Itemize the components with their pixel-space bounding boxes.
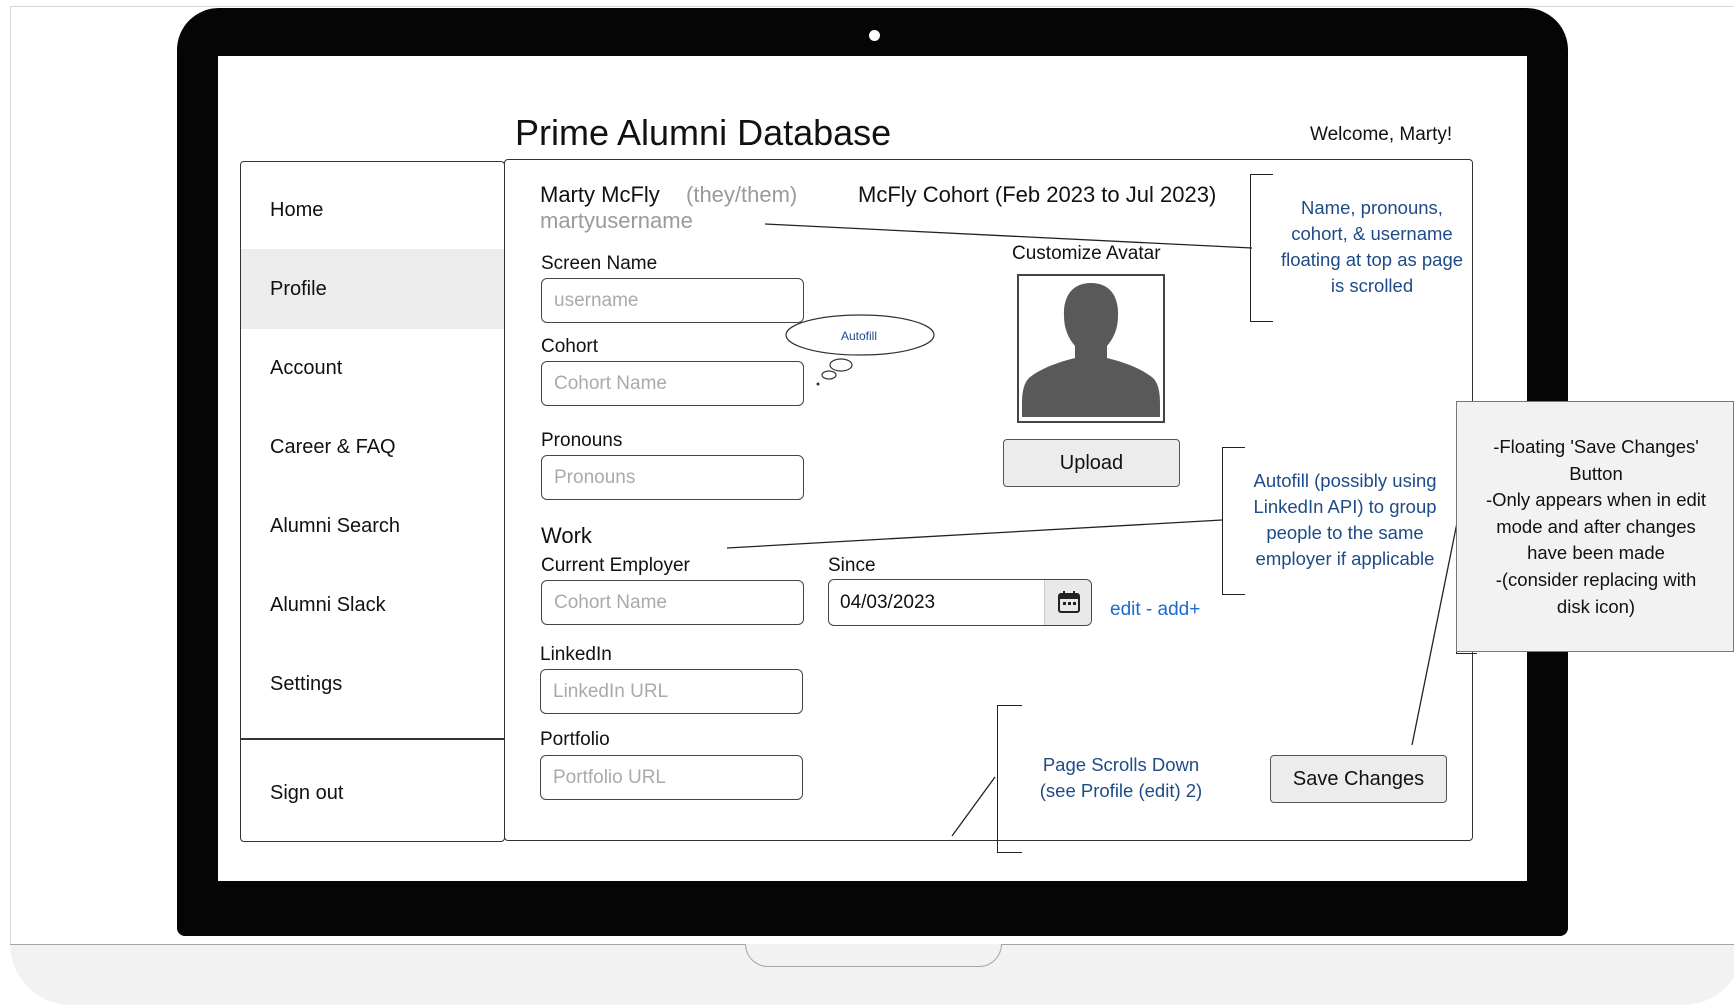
portfolio-input[interactable]	[540, 755, 803, 800]
note-line: Button	[1569, 462, 1623, 484]
profile-name: Marty McFly	[540, 182, 660, 207]
sidebar-item-label: Career & FAQ	[270, 436, 396, 458]
since-date-value: 04/03/2023	[840, 592, 936, 613]
sidebar-item-account[interactable]: Account	[241, 328, 504, 408]
profile-username: martyusername	[540, 208, 693, 233]
welcome-text: Welcome, Marty!	[1310, 124, 1453, 145]
avatar-preview[interactable]	[1017, 274, 1165, 423]
sidebar-divider	[241, 738, 504, 740]
scroll-annotation: Page Scrolls Down (see Profile (edit) 2)	[1015, 752, 1227, 804]
save-button-note: -Floating 'Save Changes' Button -Only ap…	[1456, 401, 1734, 652]
note-line: have been made	[1527, 542, 1665, 564]
note-line: -Only appears when in edit	[1485, 489, 1707, 511]
sidebar-item-label: Settings	[270, 673, 343, 695]
annotation-line: Page Scrolls Down	[1042, 754, 1200, 775]
customize-avatar-label: Customize Avatar	[1012, 243, 1161, 264]
person-silhouette-icon	[1022, 283, 1160, 417]
work-heading: Work	[541, 523, 592, 548]
cohort-input[interactable]	[541, 361, 804, 406]
sidebar-nav: Home Profile Account Career & FAQ Alumni…	[240, 161, 505, 842]
sidebar-item-signout[interactable]: Sign out	[241, 753, 504, 833]
note-line: -(consider replacing with	[1495, 568, 1697, 590]
sidebar-item-label: Alumni Search	[270, 515, 401, 537]
cohort-heading: McFly Cohort (Feb 2023 to Jul 2023)	[858, 182, 1217, 207]
sidebar-item-label: Profile	[270, 278, 327, 300]
sidebar-item-career-faq[interactable]: Career & FAQ	[241, 407, 504, 487]
note-line: disk icon)	[1556, 595, 1636, 617]
frame-top-line	[10, 6, 1734, 7]
laptop-notch	[745, 944, 1002, 967]
sidebar-item-label: Sign out	[270, 782, 344, 804]
calendar-icon	[1058, 591, 1080, 613]
save-changes-button[interactable]: Save Changes	[1270, 755, 1447, 803]
sidebar-item-alumni-search[interactable]: Alumni Search	[241, 486, 504, 566]
upload-button[interactable]: Upload	[1003, 439, 1180, 487]
annotation-line: Name, pronouns,	[1301, 197, 1443, 218]
portfolio-label: Portfolio	[540, 729, 610, 750]
employer-input[interactable]	[541, 580, 804, 625]
screen-name-label: Screen Name	[541, 253, 658, 274]
pronouns-label: Pronouns	[541, 430, 623, 451]
pronouns-input[interactable]	[541, 455, 804, 500]
employer-label: Current Employer	[541, 555, 690, 576]
sidebar-item-label: Home	[270, 199, 324, 221]
annotation-line: people to the same	[1266, 522, 1424, 543]
cohort-label: Cohort	[541, 336, 599, 357]
annotation-line: floating at top as page	[1280, 249, 1464, 270]
annotation-line: employer if applicable	[1255, 548, 1435, 569]
autofill-bubble-label: Autofill	[841, 329, 878, 343]
annotation-line: (see Profile (edit) 2)	[1039, 780, 1203, 801]
sidebar-item-profile[interactable]: Profile	[241, 249, 504, 329]
sidebar-item-alumni-slack[interactable]: Alumni Slack	[241, 565, 504, 645]
annotation-line: is scrolled	[1330, 275, 1414, 296]
since-date-field[interactable]: 04/03/2023	[828, 579, 1092, 626]
linkedin-label: LinkedIn	[540, 644, 612, 665]
linkedin-input[interactable]	[540, 669, 803, 714]
note-line: -Floating 'Save Changes'	[1493, 436, 1699, 457]
note-line: mode and after changes	[1496, 515, 1696, 537]
screen-name-input[interactable]	[541, 278, 804, 323]
frame-left-line	[10, 6, 11, 946]
annotation-line: Autofill (possibly using	[1253, 470, 1437, 491]
sidebar-item-label: Account	[270, 357, 343, 379]
camera-dot	[869, 30, 880, 41]
sidebar-item-home[interactable]: Home	[241, 170, 504, 250]
edit-add-link[interactable]: edit - add+	[1110, 599, 1200, 621]
autofill-annotation: Autofill (possibly using LinkedIn API) t…	[1228, 468, 1462, 572]
header-annotation: Name, pronouns, cohort, & username float…	[1262, 195, 1482, 299]
calendar-button[interactable]	[1044, 580, 1091, 625]
annotation-line: LinkedIn API) to group	[1253, 496, 1437, 517]
since-label: Since	[828, 555, 876, 576]
annotation-line: cohort, & username	[1291, 223, 1453, 244]
profile-pronouns: (they/them)	[686, 182, 798, 207]
sidebar-item-settings[interactable]: Settings	[241, 644, 504, 724]
sidebar-item-label: Alumni Slack	[270, 594, 386, 616]
page-title: Prime Alumni Database	[515, 112, 892, 153]
